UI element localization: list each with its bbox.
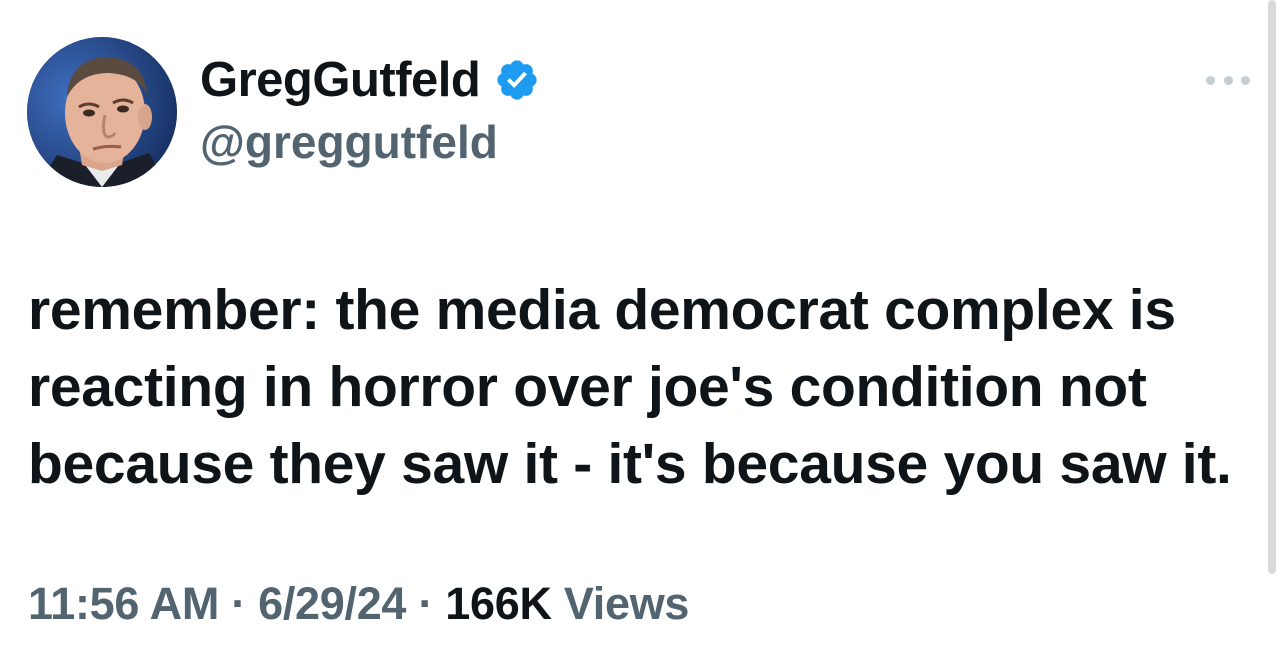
meta-separator: · <box>418 578 434 629</box>
name-row: GregGutfeld <box>200 50 540 110</box>
verified-badge-icon[interactable] <box>494 57 540 103</box>
more-dot <box>1206 75 1215 85</box>
views-label: Views <box>563 578 690 629</box>
tweet-date[interactable]: 6/29/24 <box>258 578 406 629</box>
avatar-image <box>27 37 177 187</box>
tweet-card: GregGutfeld @greggutfeld remember: the m… <box>0 0 1280 664</box>
tweet-text: remember: the media democrat complex is … <box>28 278 1232 496</box>
meta-separator: · <box>231 578 246 629</box>
scrollbar[interactable] <box>1268 0 1276 574</box>
more-horizontal-icon[interactable] <box>1206 68 1250 92</box>
author-display-name[interactable]: GregGutfeld <box>200 50 481 110</box>
views-count[interactable]: 166K <box>445 578 552 629</box>
tweet-header: GregGutfeld @greggutfeld <box>200 50 540 172</box>
avatar[interactable] <box>27 37 177 187</box>
tweet-time[interactable]: 11:56 AM <box>28 578 219 629</box>
more-dot <box>1241 75 1250 85</box>
author-handle[interactable]: @greggutfeld <box>200 112 540 172</box>
more-dot <box>1223 75 1233 85</box>
tweet-metadata: 11:56 AM · 6/29/24 · 166K Views <box>28 574 689 634</box>
